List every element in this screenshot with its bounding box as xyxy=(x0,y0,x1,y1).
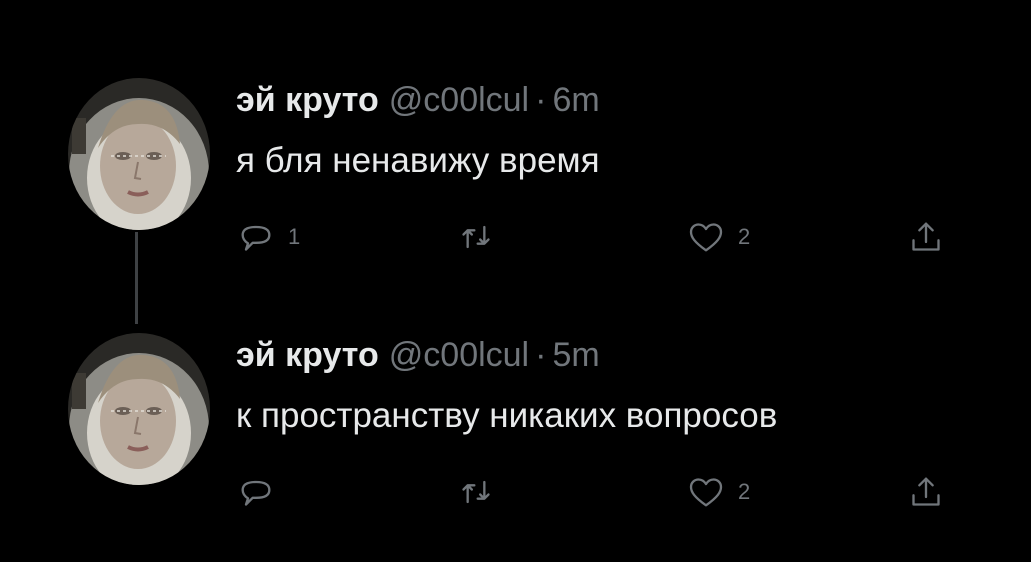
display-name[interactable]: эй круто xyxy=(236,81,379,119)
like-icon xyxy=(686,472,726,512)
tweet-actions: 1 2 xyxy=(236,215,966,259)
reply-button[interactable] xyxy=(236,470,288,514)
tweet-actions: 2 xyxy=(236,470,966,514)
avatar[interactable] xyxy=(68,78,210,230)
avatar[interactable] xyxy=(68,333,210,485)
tweet-text: к пространству никаких вопросов xyxy=(236,396,778,435)
share-icon xyxy=(906,217,946,257)
reply-button[interactable]: 1 xyxy=(236,215,300,259)
separator-dot: · xyxy=(535,81,547,119)
share-button[interactable] xyxy=(906,215,946,259)
tweet-header: эй круто @c00lcul · 5m xyxy=(236,335,600,375)
retweet-icon xyxy=(456,217,496,257)
tweet-text: я бля ненавижу время xyxy=(236,141,600,180)
like-icon xyxy=(686,217,726,257)
like-button[interactable]: 2 xyxy=(686,215,750,259)
reply-icon xyxy=(236,217,276,257)
display-name[interactable]: эй круто xyxy=(236,336,379,374)
separator-dot: · xyxy=(535,336,547,374)
tweet[interactable]: эй круто @c00lcul · 6m я бля ненавижу время… xyxy=(0,0,1031,270)
like-count: 2 xyxy=(738,479,751,504)
reply-icon xyxy=(236,472,276,512)
retweet-button[interactable] xyxy=(456,215,508,259)
like-count: 2 xyxy=(738,224,751,249)
share-icon xyxy=(906,472,946,512)
tweet[interactable]: эй круто @c00lcul · 5m к пространству никак… xyxy=(0,255,1031,525)
retweet-icon xyxy=(456,472,496,512)
user-handle[interactable]: @c00lcul xyxy=(389,81,529,119)
retweet-button[interactable] xyxy=(456,470,508,514)
user-handle[interactable]: @c00lcul xyxy=(389,336,529,374)
share-button[interactable] xyxy=(906,470,946,514)
like-button[interactable]: 2 xyxy=(686,470,750,514)
timestamp[interactable]: 6m xyxy=(552,81,599,119)
tweet-header: эй круто @c00lcul · 6m xyxy=(236,80,600,120)
timestamp[interactable]: 5m xyxy=(552,336,599,374)
reply-count: 1 xyxy=(288,224,301,249)
tweet-thread: эй круто @c00lcul · 6m я бля ненавижу время… xyxy=(0,0,1031,562)
